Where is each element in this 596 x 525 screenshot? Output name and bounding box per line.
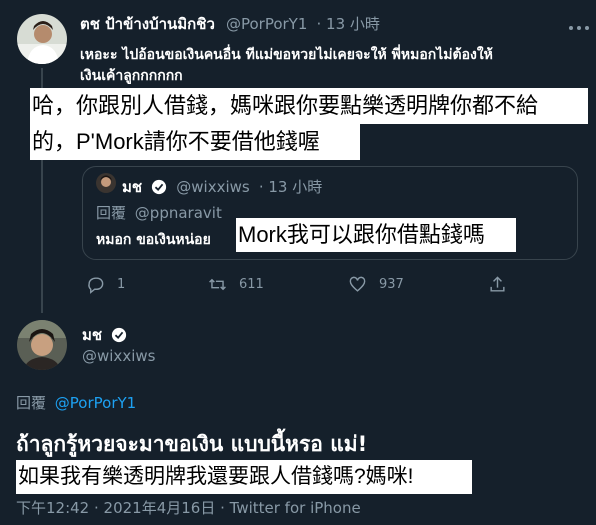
tweet-text-line2: เงินเค้าลูกกกกกก	[80, 68, 183, 84]
avatar-photo	[96, 173, 116, 193]
like-icon	[349, 276, 366, 292]
main-translation-caption: 如果我有樂透明牌我還要跟人借錢嗎?媽咪!	[16, 460, 472, 494]
verified-icon	[151, 179, 167, 199]
quoted-author-name: มช	[122, 178, 143, 196]
retweet-count: 611	[239, 276, 264, 292]
reply-action[interactable]: 1	[86, 274, 125, 294]
like-action[interactable]: 937	[348, 274, 404, 294]
reply-to-label: 回覆	[16, 394, 47, 412]
more-icon[interactable]	[568, 16, 590, 30]
author-name[interactable]: ตช ป้าข้างบ้านมิกชิว	[80, 15, 215, 33]
author-avatar[interactable]	[17, 14, 67, 64]
main-author-name[interactable]: มช	[82, 326, 102, 344]
main-reply-context: 回覆 @PorPorY1	[16, 392, 136, 413]
retweet-icon	[209, 278, 226, 290]
avatar-photo	[17, 14, 67, 64]
translation-caption-line2: 的，P'Mork請你不要借他錢喔	[30, 124, 360, 160]
like-count: 937	[379, 276, 404, 292]
quoted-translation-caption: Mork我可以跟你借點錢嗎	[236, 218, 516, 252]
quoted-author-avatar	[96, 173, 116, 193]
quoted-author-handle: @wixxiws	[176, 178, 250, 196]
retweet-action[interactable]: 611	[208, 274, 264, 294]
quoted-text: หมอก ขอเงินหน่อย	[96, 232, 211, 248]
author-handle[interactable]: @PorPorY1	[226, 15, 307, 33]
main-author-handle[interactable]: @wixxiws	[82, 347, 155, 365]
tweet-text-line1: เหอะะ ไปอ้อนขอเงินคนอื่น ทีแม่ขอหวยไม่เค…	[80, 47, 493, 63]
tweet-timestamp[interactable]: · 13 小時	[316, 15, 379, 33]
main-author-avatar[interactable]	[17, 320, 67, 370]
avatar-photo	[17, 320, 67, 370]
quoted-header: มช @wixxiws · 13 小時	[122, 175, 322, 199]
reply-to-label: 回覆	[96, 204, 127, 222]
main-tweet-text: ถ้าลูกรู้หวยจะมาขอเงิน แบบนี้หรอ แม่!	[16, 432, 368, 456]
share-action[interactable]	[488, 274, 507, 294]
reply-to-handle[interactable]: @PorPorY1	[55, 394, 136, 412]
verified-icon	[111, 327, 127, 347]
reply-icon	[88, 276, 104, 294]
reply-to-handle[interactable]: @ppnaravit	[135, 204, 222, 222]
reply-count: 1	[117, 276, 126, 292]
main-header: มช	[82, 323, 127, 347]
translation-caption-line1: 哈，你跟別人借錢，媽咪跟你要點樂透明牌你都不給	[30, 88, 588, 124]
tweet-header: ตช ป้าข้างบ้านมิกชิว @PorPorY1 · 13 小時	[80, 12, 380, 36]
main-tweet-timestamp[interactable]: 下午12:42 · 2021年4月16日 · Twitter for iPhon…	[16, 497, 361, 518]
quoted-timestamp: · 13 小時	[258, 178, 323, 196]
share-icon	[490, 275, 505, 292]
quoted-reply-context: 回覆 @ppnaravit	[96, 202, 222, 223]
